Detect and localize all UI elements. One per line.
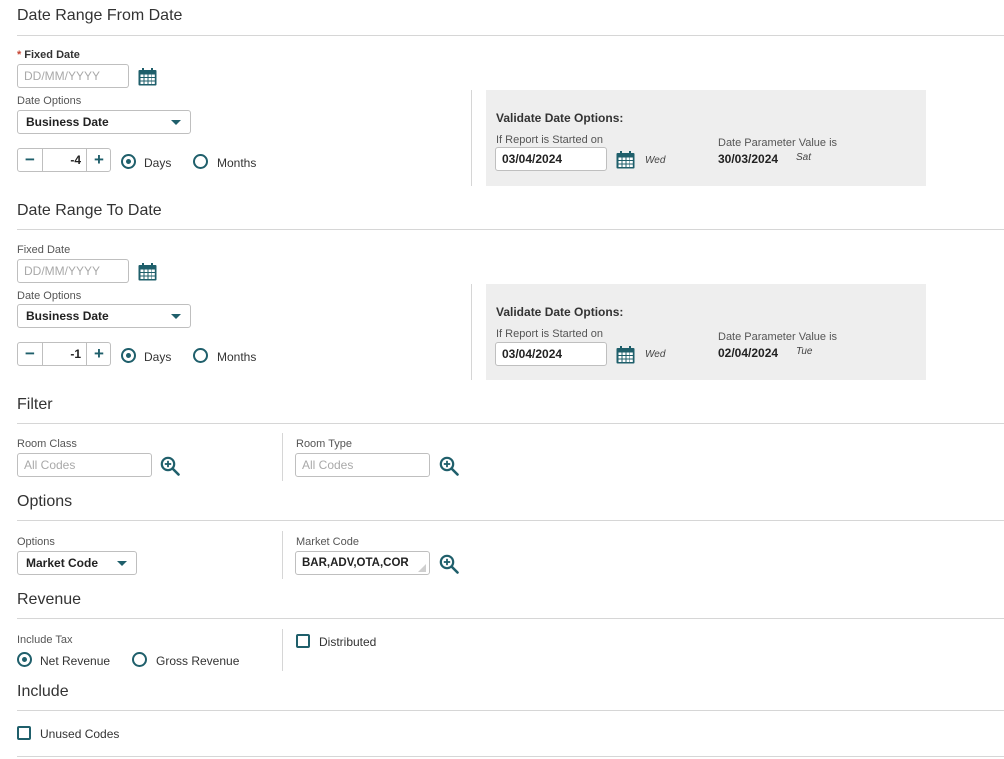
calendar-icon[interactable] (616, 151, 635, 169)
months-radio-label: Months (217, 156, 257, 170)
calendar-icon[interactable] (616, 346, 635, 364)
unused-codes-label: Unused Codes (40, 727, 120, 741)
from-offset-stepper[interactable]: − -4 + (17, 148, 111, 172)
room-class-input[interactable]: All Codes (17, 453, 152, 477)
select-value: Market Code (26, 556, 99, 570)
to-date-options-select[interactable]: Business Date (17, 304, 191, 328)
months-radio-label: Months (217, 350, 257, 364)
to-fixed-date-input[interactable]: DD/MM/YYYY (17, 259, 129, 283)
column-divider (282, 531, 283, 579)
offset-value[interactable]: -4 (42, 149, 87, 171)
days-radio-label: Days (144, 156, 172, 170)
section-divider (17, 423, 1004, 424)
validate-title: Validate Date Options: (496, 305, 624, 319)
months-radio[interactable] (193, 348, 208, 363)
started-on-input[interactable]: 03/04/2024 (495, 342, 607, 366)
room-type-input[interactable]: All Codes (295, 453, 430, 477)
market-code-label: Market Code (296, 536, 359, 548)
days-radio[interactable] (121, 154, 136, 169)
distributed-label: Distributed (319, 635, 377, 649)
section-divider (17, 710, 1004, 711)
date-options-label: Date Options (17, 95, 82, 107)
section-divider (17, 618, 1004, 619)
section-title-filter: Filter (17, 396, 53, 413)
param-value-label: Date Parameter Value is (718, 137, 838, 149)
calendar-icon[interactable] (138, 263, 157, 281)
include-tax-label: Include Tax (17, 634, 73, 646)
days-radio-label: Days (144, 350, 172, 364)
section-title-include: Include (17, 683, 69, 700)
options-label: Options (17, 536, 55, 548)
started-on-input[interactable]: 03/04/2024 (495, 147, 607, 171)
search-add-icon[interactable] (160, 456, 180, 476)
section-divider (17, 756, 1004, 757)
started-on-label: If Report is Started on (496, 134, 603, 146)
chevron-down-icon (117, 561, 127, 566)
section-divider (17, 229, 1004, 230)
room-class-label: Room Class (17, 438, 77, 450)
days-radio[interactable] (121, 348, 136, 363)
from-date-options-select[interactable]: Business Date (17, 110, 191, 134)
decrement-button[interactable]: − (18, 149, 42, 171)
increment-button[interactable]: + (87, 343, 111, 365)
net-revenue-radio[interactable] (17, 652, 32, 667)
from-fixed-date-input[interactable]: DD/MM/YYYY (17, 64, 129, 88)
validate-title: Validate Date Options: (496, 111, 624, 125)
param-value: 02/04/2024 (718, 346, 779, 360)
section-title-revenue: Revenue (17, 591, 82, 608)
distributed-checkbox[interactable] (296, 634, 310, 648)
room-type-label: Room Type (296, 438, 353, 450)
chevron-down-icon (171, 314, 181, 319)
param-day: Tue (796, 346, 813, 357)
calendar-icon[interactable] (138, 68, 157, 86)
market-code-input[interactable]: BAR,ADV,OTA,COR (295, 551, 430, 575)
started-on-day: Wed (645, 155, 666, 166)
fixed-date-label: * Fixed Date (17, 49, 80, 61)
select-value: Business Date (26, 115, 109, 129)
section-title-to-date: Date Range To Date (17, 202, 162, 219)
options-select[interactable]: Market Code (17, 551, 137, 575)
column-divider (282, 629, 283, 671)
gross-revenue-label: Gross Revenue (156, 654, 240, 668)
net-revenue-label: Net Revenue (40, 654, 111, 668)
gross-revenue-radio[interactable] (132, 652, 147, 667)
section-title-from-date: Date Range From Date (17, 7, 183, 24)
param-value-label: Date Parameter Value is (718, 331, 838, 343)
to-offset-stepper[interactable]: − -1 + (17, 342, 111, 366)
date-options-label: Date Options (17, 290, 82, 302)
started-on-day: Wed (645, 349, 666, 360)
decrement-button[interactable]: − (18, 343, 42, 365)
required-mark: * (17, 49, 22, 61)
validate-date-options-panel: Validate Date Options: If Report is Star… (486, 90, 926, 186)
column-divider (471, 284, 472, 380)
param-value: 30/03/2024 (718, 152, 779, 166)
section-divider (17, 520, 1004, 521)
column-divider (471, 90, 472, 186)
section-title-options: Options (17, 493, 73, 510)
increment-button[interactable]: + (87, 149, 111, 171)
chevron-down-icon (171, 120, 181, 125)
started-on-label: If Report is Started on (496, 328, 603, 340)
validate-date-options-panel: Validate Date Options: If Report is Star… (486, 284, 926, 380)
months-radio[interactable] (193, 154, 208, 169)
offset-value[interactable]: -1 (42, 343, 87, 365)
search-add-icon[interactable] (439, 554, 459, 574)
resize-handle-icon[interactable] (418, 564, 426, 572)
section-divider (17, 35, 1004, 36)
unused-codes-checkbox[interactable] (17, 726, 31, 740)
fixed-date-label: Fixed Date (17, 244, 71, 256)
select-value: Business Date (26, 309, 109, 323)
column-divider (282, 433, 283, 481)
search-add-icon[interactable] (439, 456, 459, 476)
param-day: Sat (796, 152, 812, 163)
